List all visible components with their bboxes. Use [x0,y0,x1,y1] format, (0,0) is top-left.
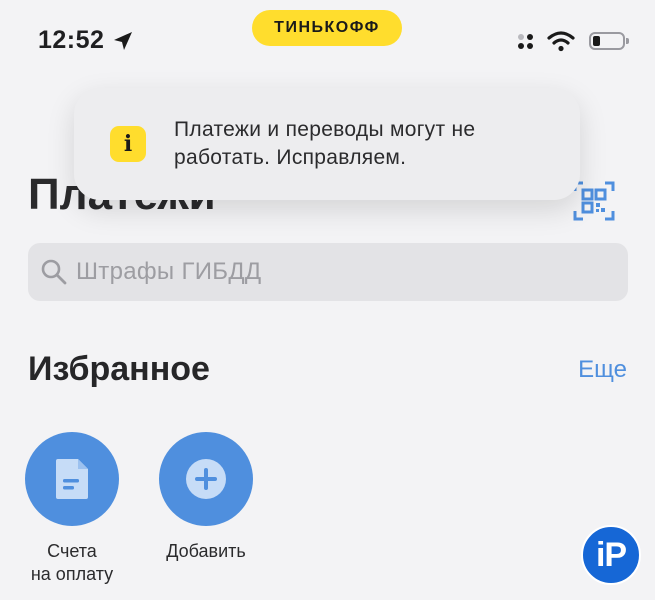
brand-name: ТИНЬКОФФ [274,19,380,36]
qr-scan-button[interactable] [572,180,616,222]
favorite-invoices-circle[interactable] [25,432,119,526]
cellular-icon [518,33,533,49]
favorite-label-line: Добавить [166,541,246,561]
status-bar-time: 12:52 [38,26,134,55]
favorite-label-line: на оплату [30,564,114,584]
favorite-add-circle[interactable] [159,432,253,526]
search-input[interactable]: Штрафы ГИБДД [28,243,628,301]
favorite-label-line: Счета [47,541,97,561]
plus-icon [186,459,226,499]
info-icon: i [110,126,146,162]
outage-notification[interactable]: i Платежи и переводы могут не работать. … [74,88,580,200]
ip-watermark-logo: iP [581,525,641,585]
qr-code-scan-icon [573,181,615,221]
wifi-icon [547,31,575,52]
favorite-add[interactable]: Добавить [141,432,271,563]
favorites-title: Избранное [28,350,210,388]
notification-line-1: Платежи и переводы могут не [174,118,476,141]
brand-logo-pill: ТИНЬКОФФ [252,10,402,46]
document-icon [56,459,88,499]
favorite-invoices[interactable]: Счета на оплату [7,432,137,586]
search-icon [41,259,67,285]
favorite-invoices-label: Счета на оплату [7,540,137,586]
clock-label: 12:52 [38,26,105,54]
notification-line-2: работать. Исправляем. [174,146,407,169]
search-placeholder: Штрафы ГИБДД [76,258,262,285]
location-arrow-icon [114,31,133,50]
notification-message: Платежи и переводы могут не работать. Ис… [174,116,475,172]
status-bar-indicators [518,30,629,52]
battery-icon [589,32,629,50]
favorite-add-label: Добавить [141,540,271,563]
more-link[interactable]: Еще [578,356,627,384]
watermark-text: iP [595,535,627,574]
